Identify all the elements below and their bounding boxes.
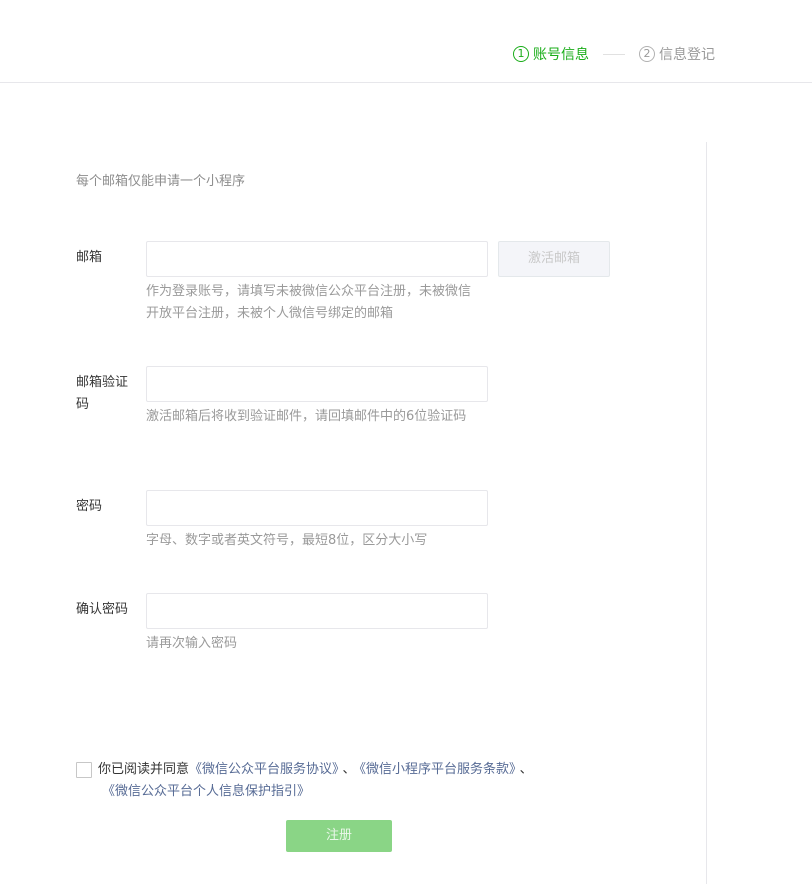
agreement-separator-1: 、 [342,762,356,777]
step-account-info: 1 账号信息 [513,44,589,64]
step-label-1: 账号信息 [533,47,589,63]
service-agreement-link[interactable]: 《微信公众平台服务协议》 [189,762,339,777]
password-input[interactable] [146,490,488,526]
agreement-separator-2: 、 [519,762,533,777]
password-label: 密码 [76,499,103,514]
activate-email-button[interactable]: 激活邮箱 [498,241,610,277]
email-code-label: 邮箱验证码 [76,375,129,412]
side-divider [706,142,707,884]
confirm-password-label: 确认密码 [76,602,129,617]
register-page: 1 账号信息 2 信息登记 每个邮箱仅能申请一个小程序 邮箱 激活邮箱 作为登录… [0,0,812,884]
confirm-password-input[interactable] [146,593,488,629]
step-connector [603,53,625,55]
step-number-1: 1 [513,46,529,62]
email-hint: 作为登录账号，请填写未被微信公众平台注册，未被微信开放平台注册，未被个人微信号绑… [146,284,472,321]
step-info-register: 2 信息登记 [639,44,715,64]
step-number-2: 2 [639,46,655,62]
agreement-checkbox[interactable] [76,762,92,778]
privacy-guideline-link[interactable]: 《微信公众平台个人信息保护指引》 [102,784,310,799]
confirm-password-hint: 请再次输入密码 [146,636,238,651]
email-label: 邮箱 [76,250,103,265]
email-code-input[interactable] [146,366,488,402]
email-input[interactable] [146,241,488,277]
miniprogram-terms-link[interactable]: 《微信小程序平台服务条款》 [360,762,516,777]
agreement-line-1: 你已阅读并同意《微信公众平台服务协议》、《微信小程序平台服务条款》、 [98,759,537,781]
register-button[interactable]: 注册 [286,820,392,852]
agreement-line-2: 《微信公众平台个人信息保护指引》 [102,781,310,803]
password-hint: 字母、数字或者英文符号，最短8位，区分大小写 [146,533,428,548]
step-indicator: 1 账号信息 2 信息登记 [513,44,715,64]
step-label-2: 信息登记 [659,47,715,63]
agreement-prefix: 你已阅读并同意 [98,762,190,777]
form-tip: 每个邮箱仅能申请一个小程序 [76,174,246,189]
step-header: 1 账号信息 2 信息登记 [0,0,812,83]
email-code-hint: 激活邮箱后将收到验证邮件，请回填邮件中的6位验证码 [146,409,467,424]
